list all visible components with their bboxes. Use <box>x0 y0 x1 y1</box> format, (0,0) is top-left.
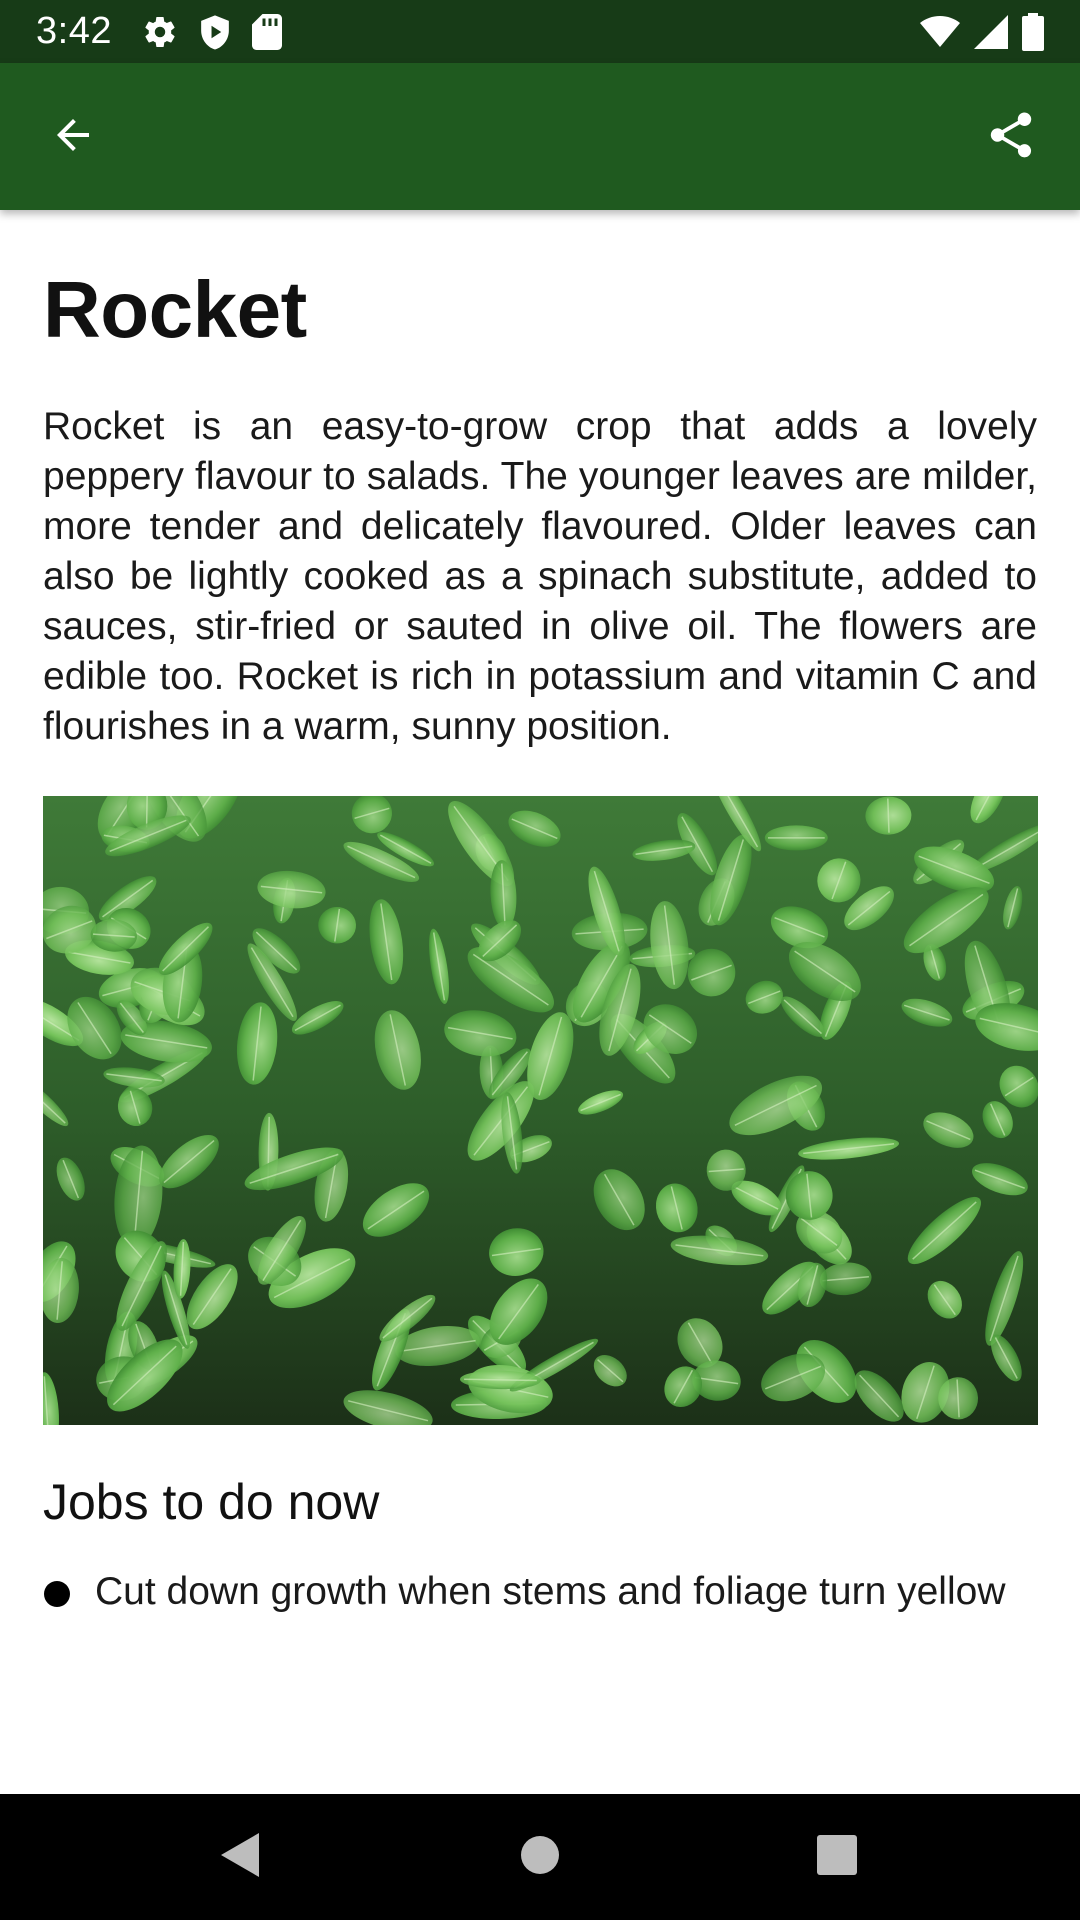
article-content: Rocket Rocket is an easy-to-grow crop th… <box>0 210 1080 1794</box>
page-title: Rocket <box>43 265 307 354</box>
status-time: 3:42 <box>36 10 112 52</box>
nav-back-button[interactable] <box>196 1814 282 1900</box>
job-text: Cut down growth when stems and foliage t… <box>95 1570 1006 1613</box>
arrow-back-icon <box>49 111 97 164</box>
nav-recents-square-icon <box>817 1834 857 1880</box>
shield-play-icon <box>198 14 232 50</box>
status-icons-right <box>920 12 1044 51</box>
system-nav-bar <box>0 1794 1080 1920</box>
sd-card-icon <box>251 13 282 50</box>
article-description: Rocket is an easy-to-grow crop that adds… <box>43 405 1037 748</box>
share-button[interactable] <box>964 90 1058 184</box>
rocket-leaves-photo <box>43 796 1038 1425</box>
nav-home-button[interactable] <box>497 1814 583 1900</box>
back-button[interactable] <box>26 90 120 184</box>
screen: 3:42 Rocket Rocket is an easy-to-grow cr… <box>0 0 1080 1920</box>
app-toolbar <box>0 63 1080 210</box>
share-icon <box>984 108 1038 167</box>
list-item: Cut down growth when stems and foliage t… <box>43 1567 1037 1617</box>
wifi-icon <box>920 15 960 48</box>
settings-gear-icon <box>142 14 178 50</box>
nav-recents-button[interactable] <box>794 1814 880 1900</box>
bullet-dot-icon <box>44 1581 70 1607</box>
battery-icon <box>1022 12 1044 51</box>
jobs-heading: Jobs to do now <box>43 1474 380 1530</box>
nav-home-circle-icon <box>520 1835 560 1880</box>
status-icons-left <box>142 13 282 50</box>
cellular-signal-icon <box>974 14 1008 49</box>
status-bar: 3:42 <box>0 0 1080 63</box>
nav-back-triangle-icon <box>217 1831 261 1884</box>
jobs-list: Cut down growth when stems and foliage t… <box>43 1567 1037 1617</box>
